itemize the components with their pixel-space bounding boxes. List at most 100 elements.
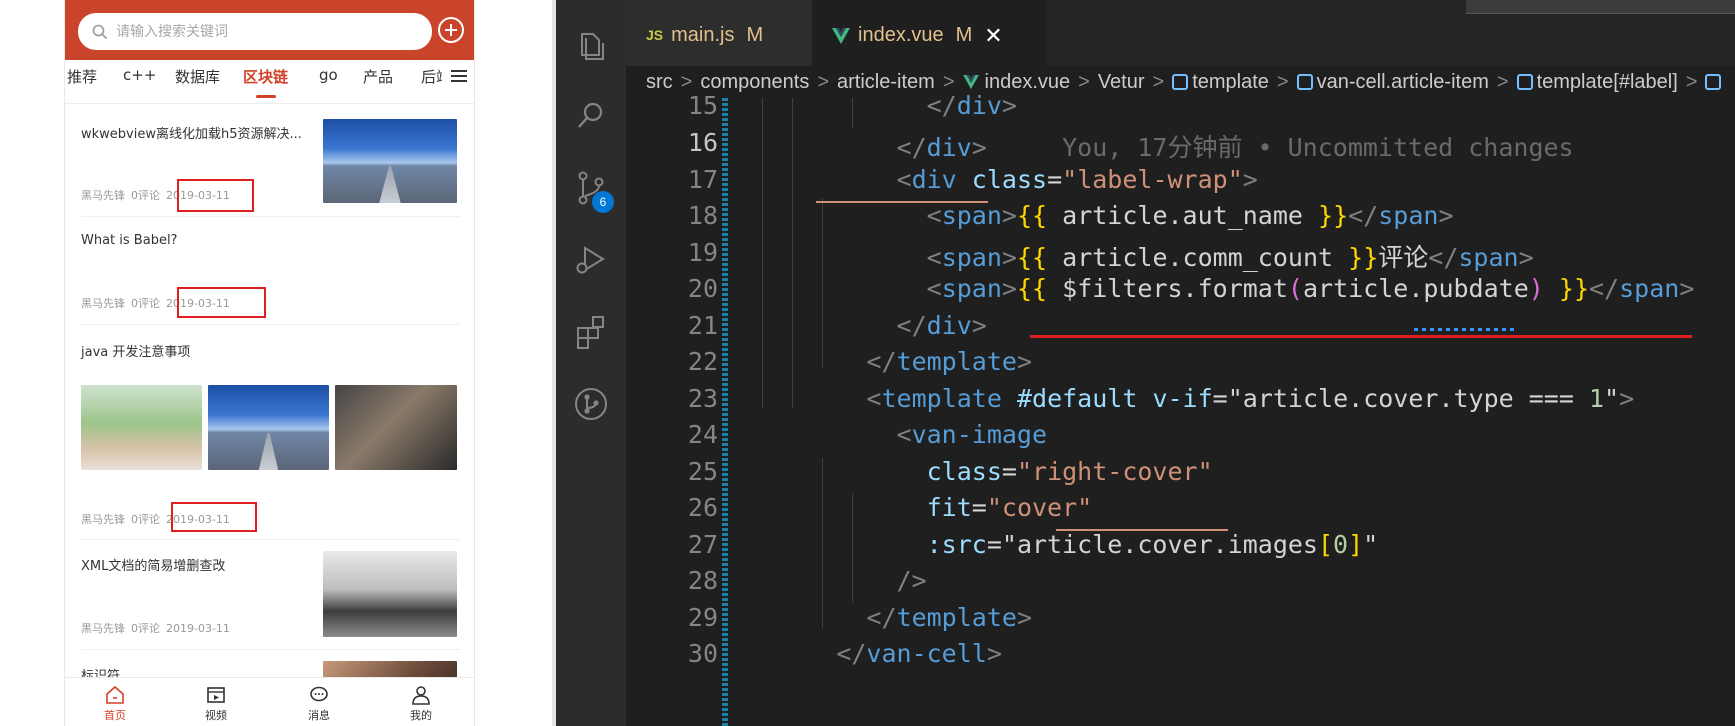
list-item[interactable]: java 开发注意事项 黑马先锋 0评论 2019-03-11: [81, 325, 461, 540]
breadcrumb-item[interactable]: van-cell.article-item: [1317, 71, 1489, 94]
article-date: 2019-03-11: [166, 622, 230, 635]
condition-expr: article.cover.type ===: [1242, 384, 1589, 413]
breadcrumb-item[interactable]: Vetur: [1098, 71, 1145, 94]
line-number: 15: [687, 91, 718, 120]
breadcrumb-item[interactable]: template[#label]: [1537, 71, 1678, 94]
chevron-right-icon: >: [1685, 70, 1698, 93]
binding-expr: article.cover.images: [1016, 530, 1318, 559]
tab-database[interactable]: 数据库: [175, 66, 220, 87]
article-cover: [335, 385, 457, 470]
tab-label: main.js: [671, 23, 735, 46]
code-editor[interactable]: 15 16 17 18 19 20 21 22 23 24 25 26 27 2…: [626, 91, 1735, 726]
code-line: </template>: [866, 347, 1033, 376]
line-number: 20: [687, 274, 718, 303]
class-underline: [1056, 529, 1228, 531]
date-highlight-box: [171, 502, 257, 532]
article-author: 黑马先锋: [81, 513, 125, 526]
js-file-icon: JS: [646, 27, 664, 43]
tabbar-profile[interactable]: 我的: [391, 685, 451, 723]
code-line: <span>{{ article.comm_count }}评论</span>: [926, 243, 1534, 272]
tab-go[interactable]: go: [319, 66, 338, 84]
article-comments: 0评论: [131, 297, 160, 310]
article-title: java 开发注意事项: [81, 345, 191, 360]
tabbar-video[interactable]: 视频: [186, 685, 246, 723]
line-number: 29: [687, 603, 718, 632]
line-number: 26: [687, 493, 718, 522]
date-highlight-box: [177, 287, 266, 318]
tab-product[interactable]: 产品: [363, 66, 393, 87]
list-item[interactable]: wkwebview离线化加载h5资源解决... 黑马先锋 0评论 2019-03-1…: [81, 117, 461, 217]
article-author: 黑马先锋: [81, 189, 125, 202]
class-underline: [816, 201, 988, 203]
code-line: </div>: [896, 311, 987, 340]
code-line: <span>{{ $filters.format(article.pubdate…: [926, 274, 1695, 303]
home-icon: [106, 685, 124, 704]
date-highlight-box: [177, 179, 254, 212]
tab-blockchain[interactable]: 区块链: [243, 66, 288, 87]
article-comments: 0评论: [131, 189, 160, 202]
vscode-window: 6 JS main.js M index.vue M ✕ src > compon…: [556, 0, 1735, 726]
search-icon[interactable]: [573, 98, 609, 134]
attr-value: cover: [1001, 493, 1078, 522]
code-line: </template>: [866, 603, 1033, 632]
code-line: <van-image: [896, 420, 1048, 449]
line-number: 16: [687, 128, 718, 157]
code-line: <template #default v-if="article.cover.t…: [866, 384, 1635, 413]
line-number: 30: [687, 639, 718, 668]
filter-call: $filters.format: [1062, 274, 1288, 303]
article-cover: [323, 119, 457, 203]
search-bar[interactable]: [78, 13, 432, 50]
chevron-right-icon: >: [1496, 70, 1509, 93]
search-input[interactable]: [116, 23, 416, 40]
mobile-preview: 推荐 c++ 数据库 区块链 go 产品 后端 wkwebview离线化加载h5…: [64, 0, 475, 726]
article-author: 黑马先锋: [81, 622, 125, 635]
filter-arg: article.: [1302, 274, 1424, 303]
code-line: fit="cover": [926, 493, 1093, 522]
code-line: </div> You, 17分钟前 • Uncommitted changes: [896, 133, 1574, 162]
modified-indicator: M: [955, 24, 973, 46]
article-comments: 0评论: [131, 622, 160, 635]
article-meta: 黑马先锋 0评论 2019-03-11: [81, 620, 236, 636]
line-number: 27: [687, 530, 718, 559]
tab-label: index.vue: [858, 24, 944, 46]
list-item[interactable]: XML文档的简易增删查改 黑马先锋 0评论 2019-03-11: [81, 540, 461, 650]
chevron-right-icon: >: [1152, 70, 1165, 93]
red-underline-highlight: [1030, 335, 1692, 338]
tab-main-js[interactable]: JS main.js M: [626, 0, 812, 70]
user-icon: [412, 686, 430, 705]
number-literal: 0: [1333, 530, 1349, 559]
article-cover: [208, 385, 329, 470]
channel-menu-icon[interactable]: [442, 60, 474, 102]
close-icon[interactable]: ✕: [984, 23, 1002, 49]
code-line: class="right-cover": [926, 457, 1213, 486]
git-graph-icon[interactable]: [573, 386, 609, 422]
tab-strip-overflow: [1466, 0, 1735, 14]
add-icon[interactable]: [438, 17, 464, 43]
explorer-icon[interactable]: [573, 28, 609, 64]
extensions-icon[interactable]: [573, 314, 609, 350]
tab-cpp[interactable]: c++: [123, 66, 156, 84]
tabbar-messages[interactable]: 消息: [289, 685, 349, 723]
slot-directive: #default: [1016, 384, 1138, 413]
article-title: What is Babel?: [81, 233, 178, 248]
run-debug-icon[interactable]: [573, 242, 609, 278]
chat-icon: [310, 686, 328, 702]
class-value: label-wrap: [1077, 165, 1228, 194]
code-line: <div class="label-wrap">: [896, 165, 1258, 194]
symbol-icon: [1516, 74, 1533, 90]
tabbar-home[interactable]: 首页: [85, 685, 145, 723]
line-number: 25: [687, 457, 718, 486]
article-author: 黑马先锋: [81, 297, 125, 310]
line-number: 28: [687, 566, 718, 595]
tab-index-vue[interactable]: index.vue M ✕: [812, 0, 1046, 70]
number-literal: 1: [1588, 384, 1605, 413]
article-title: wkwebview离线化加载h5资源解决...: [81, 127, 302, 142]
line-number: 19: [687, 238, 718, 267]
line-number: 18: [687, 201, 718, 230]
channel-tabs: 推荐 c++ 数据库 区块链 go 产品 后端: [65, 60, 474, 104]
tab-recommend[interactable]: 推荐: [67, 66, 97, 87]
list-item[interactable]: What is Babel? 黑马先锋 0评论 2019-03-11: [81, 217, 461, 325]
breadcrumb-item[interactable]: template: [1192, 71, 1269, 94]
chevron-right-icon: >: [1078, 70, 1090, 93]
tabbar-label: 消息: [308, 709, 330, 722]
